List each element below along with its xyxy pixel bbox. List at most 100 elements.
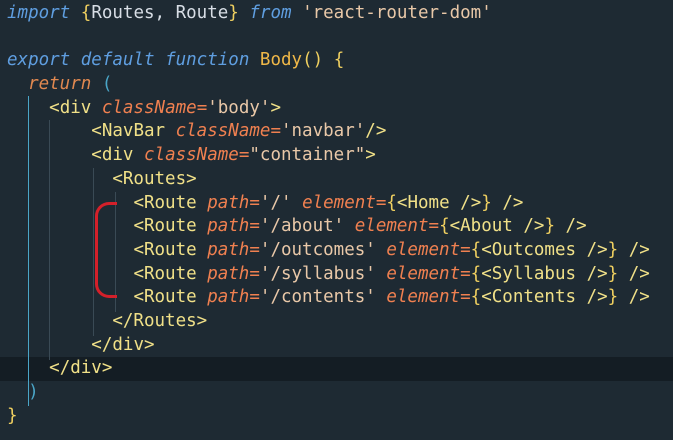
code-token: 'react-router-dom' bbox=[302, 3, 492, 23]
code-line[interactable]: </div> bbox=[7, 357, 650, 381]
code-token: /> bbox=[628, 287, 650, 308]
code-token: } bbox=[607, 263, 619, 284]
code-line[interactable]: <Routes> bbox=[7, 168, 650, 192]
code-token: <div bbox=[91, 145, 134, 166]
code-token: = bbox=[249, 192, 260, 213]
code-token: <Outcomes bbox=[481, 239, 577, 260]
code-token: { bbox=[470, 287, 482, 308]
code-token: <About bbox=[449, 216, 513, 237]
code-token: = bbox=[460, 263, 471, 284]
code-token: className bbox=[144, 145, 239, 166]
red-bracket-annotation bbox=[95, 202, 117, 298]
code-token: { bbox=[439, 216, 450, 237]
code-token: } bbox=[607, 287, 619, 308]
code-token: '/syllabus' bbox=[259, 263, 376, 284]
code-token: element bbox=[302, 192, 376, 213]
code-token: = bbox=[249, 263, 260, 284]
code-line[interactable]: ) bbox=[7, 381, 650, 405]
code-token: } bbox=[7, 405, 18, 426]
code-token: '/' bbox=[259, 192, 292, 213]
code-token: = bbox=[249, 287, 260, 308]
code-token: > bbox=[365, 145, 376, 166]
code-token: <Route bbox=[133, 192, 197, 213]
code-line[interactable]: <NavBar className='navbar'/> bbox=[7, 120, 650, 144]
code-token: 'navbar' bbox=[280, 121, 366, 142]
code-token: /> bbox=[502, 192, 524, 213]
code-token: Routes, Route bbox=[91, 3, 229, 23]
code-token: > bbox=[270, 97, 281, 118]
code-token: <NavBar bbox=[91, 121, 166, 142]
code-line[interactable]: <div className='body'> bbox=[7, 97, 650, 121]
code-line[interactable]: } bbox=[7, 405, 650, 429]
code-line[interactable] bbox=[7, 26, 650, 50]
code-token: "container" bbox=[249, 145, 366, 166]
code-token: /> bbox=[586, 287, 608, 308]
code-token: /> bbox=[565, 216, 587, 237]
code-token: 'body' bbox=[207, 97, 271, 118]
code-line[interactable]: </Routes> bbox=[7, 310, 650, 334]
code-token: </Routes> bbox=[112, 310, 208, 331]
code-token: from bbox=[249, 3, 292, 23]
code-token: } bbox=[544, 216, 555, 237]
code-token: { bbox=[470, 239, 482, 260]
code-token: /> bbox=[586, 239, 608, 260]
code-line[interactable]: export default function Body() { bbox=[7, 49, 650, 73]
code-token: = bbox=[460, 239, 471, 260]
code-line[interactable]: </div> bbox=[7, 334, 650, 358]
code-token: ( bbox=[101, 74, 113, 95]
code-token: { bbox=[386, 192, 397, 213]
code-token: = bbox=[249, 239, 260, 260]
code-token: = bbox=[375, 192, 387, 213]
code-token: { bbox=[333, 50, 345, 71]
code-token: path bbox=[207, 192, 250, 213]
code-token: Body bbox=[259, 50, 303, 71]
code-editor[interactable]: import {Routes, Route} from 'react-route… bbox=[0, 0, 673, 440]
code-line[interactable]: return ( bbox=[7, 73, 650, 97]
code-token: element bbox=[386, 263, 461, 284]
code-line[interactable]: <div className="container"> bbox=[7, 144, 650, 168]
code-token: = bbox=[428, 216, 440, 237]
code-token: /> bbox=[460, 192, 482, 213]
code-token: element bbox=[386, 287, 461, 308]
code-token: = bbox=[270, 121, 281, 142]
code-token: <Route bbox=[133, 287, 197, 308]
code-token: /> bbox=[628, 263, 650, 284]
code-token: <Contents bbox=[481, 287, 577, 308]
code-token: } bbox=[481, 192, 492, 213]
code-token: path bbox=[207, 263, 250, 284]
code-line[interactable]: import {Routes, Route} from 'react-route… bbox=[7, 2, 650, 26]
code-token: return bbox=[28, 74, 92, 95]
code-token: } bbox=[607, 239, 619, 260]
code-token: default bbox=[80, 50, 155, 71]
code-token: path bbox=[207, 239, 250, 260]
code-token: <Routes> bbox=[112, 168, 197, 189]
code-token: () bbox=[302, 50, 324, 71]
code-token: <div bbox=[49, 97, 92, 118]
